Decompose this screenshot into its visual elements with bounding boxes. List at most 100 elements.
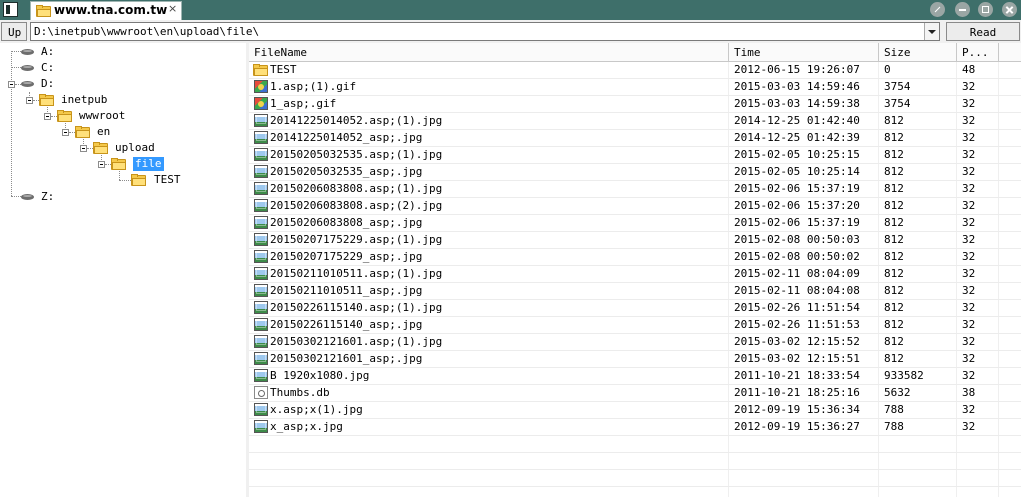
drive-icon	[21, 194, 34, 200]
image-file-icon	[254, 250, 268, 263]
path-input[interactable]: D:\inetpub\wwwroot\en\upload\file\	[30, 22, 940, 41]
image-file-icon	[254, 267, 268, 280]
app-icon[interactable]	[3, 2, 18, 17]
collapse-icon[interactable]	[80, 145, 87, 152]
collapse-icon[interactable]	[98, 161, 105, 168]
back-icon[interactable]	[930, 2, 945, 17]
cell-time: 2015-02-11 08:04:09	[734, 267, 860, 280]
title-bar: www.tna.com.tw ×	[0, 0, 1021, 20]
cell-size: 788	[884, 420, 904, 433]
image-file-icon	[254, 284, 268, 297]
table-row[interactable]: TEST 2012-06-15 19:26:07 0 48	[249, 62, 1021, 79]
collapse-icon[interactable]	[44, 113, 51, 120]
table-row[interactable]: 20150302121601.asp;(1).jpg 2015-03-02 12:…	[249, 334, 1021, 351]
table-row[interactable]: 20150206083808.asp;(1).jpg 2015-02-06 15:…	[249, 181, 1021, 198]
table-row[interactable]: 20150205032535.asp;(1).jpg 2015-02-05 10:…	[249, 147, 1021, 164]
column-header-time[interactable]: Time	[729, 43, 879, 62]
cell-p: 32	[962, 165, 976, 178]
read-button[interactable]: Read	[946, 22, 1020, 41]
file-list[interactable]: FileName Time Size P... TEST 2012-06-15 1…	[249, 43, 1021, 497]
cell-p: 32	[962, 80, 976, 93]
folder-icon	[131, 174, 147, 186]
cell-p: 32	[962, 250, 976, 263]
table-row[interactable]: 20150206083808.asp;(2).jpg 2015-02-06 15:…	[249, 198, 1021, 215]
cell-p: 32	[962, 267, 976, 280]
up-button[interactable]: Up	[1, 22, 27, 41]
table-row[interactable]: 1_asp;.gif 2015-03-03 14:59:38 3754 32	[249, 96, 1021, 113]
drive-icon	[21, 49, 34, 55]
close-icon[interactable]	[1002, 2, 1017, 17]
image-file-icon	[254, 318, 268, 331]
cell-time: 2015-02-08 00:50:03	[734, 233, 860, 246]
image-file-icon	[254, 352, 268, 365]
cell-p: 32	[962, 301, 976, 314]
column-header-p[interactable]: P...	[957, 43, 999, 62]
cell-time: 2012-09-19 15:36:34	[734, 403, 860, 416]
column-header-filename[interactable]: FileName	[249, 43, 729, 62]
folder-tree[interactable]: A: C: D: inetpub wwwroot en upload file …	[0, 43, 246, 497]
cell-name: 20150207175229_asp;.jpg	[270, 250, 423, 263]
cell-size: 812	[884, 199, 904, 212]
cell-size: 788	[884, 403, 904, 416]
image-file-icon	[254, 199, 268, 212]
table-row[interactable]: Thumbs.db 2011-10-21 18:25:16 5632 38	[249, 385, 1021, 402]
table-row[interactable]: 20141225014052_asp;.jpg 2014-12-25 01:42:…	[249, 130, 1021, 147]
cell-p: 32	[962, 233, 976, 246]
table-row[interactable]: 20150206083808_asp;.jpg 2015-02-06 15:37:…	[249, 215, 1021, 232]
cell-time: 2015-02-11 08:04:08	[734, 284, 860, 297]
cell-p: 32	[962, 369, 976, 382]
cell-time: 2015-03-02 12:15:51	[734, 352, 860, 365]
table-row[interactable]: 20150207175229_asp;.jpg 2015-02-08 00:50:…	[249, 249, 1021, 266]
collapse-icon[interactable]	[62, 129, 69, 136]
collapse-icon[interactable]	[8, 81, 15, 88]
cell-name: 20150206083808_asp;.jpg	[270, 216, 423, 229]
folder-open-icon	[111, 158, 127, 170]
tab-close-icon[interactable]: ×	[168, 2, 177, 15]
table-row[interactable]: 20150205032535_asp;.jpg 2015-02-05 10:25:…	[249, 164, 1021, 181]
cell-size: 812	[884, 148, 904, 161]
table-row[interactable]: 1.asp;(1).gif 2015-03-03 14:59:46 3754 32	[249, 79, 1021, 96]
cell-time: 2015-02-05 10:25:15	[734, 148, 860, 161]
cell-time: 2015-03-02 12:15:52	[734, 335, 860, 348]
table-row[interactable]: 20150226115140.asp;(1).jpg 2015-02-26 11:…	[249, 300, 1021, 317]
cell-size: 812	[884, 131, 904, 144]
table-row[interactable]: 20150211010511.asp;(1).jpg 2015-02-11 08:…	[249, 266, 1021, 283]
drive-icon	[21, 81, 34, 87]
cell-name: B 1920x1080.jpg	[270, 369, 370, 382]
cell-p: 32	[962, 199, 976, 212]
column-header-size[interactable]: Size	[879, 43, 957, 62]
cell-p: 32	[962, 403, 976, 416]
minimize-icon[interactable]	[955, 2, 970, 17]
table-row[interactable]: 20150226115140_asp;.jpg 2015-02-26 11:51:…	[249, 317, 1021, 334]
table-row[interactable]: x_asp;x.jpg 2012-09-19 15:36:27 788 32	[249, 419, 1021, 436]
maximize-icon[interactable]	[978, 2, 993, 17]
gif-image-icon	[254, 97, 268, 110]
path-dropdown-chevron-down-icon[interactable]	[924, 23, 939, 40]
cell-time: 2012-06-15 19:26:07	[734, 63, 860, 76]
table-row[interactable]: x.asp;x(1).jpg 2012-09-19 15:36:34 788 32	[249, 402, 1021, 419]
table-row[interactable]: B 1920x1080.jpg 2011-10-21 18:33:54 933582…	[249, 368, 1021, 385]
cell-time: 2015-02-26 11:51:54	[734, 301, 860, 314]
table-row[interactable]: 20150211010511_asp;.jpg 2015-02-11 08:04:…	[249, 283, 1021, 300]
tab-www-tna[interactable]: www.tna.com.tw ×	[30, 1, 182, 20]
cell-name: x.asp;x(1).jpg	[270, 403, 363, 416]
collapse-icon[interactable]	[26, 97, 33, 104]
cell-p: 32	[962, 131, 976, 144]
empty-row	[249, 470, 1021, 487]
cell-name: Thumbs.db	[270, 386, 330, 399]
cell-time: 2015-02-06 15:37:19	[734, 216, 860, 229]
cell-p: 32	[962, 216, 976, 229]
image-file-icon	[254, 182, 268, 195]
cell-p: 32	[962, 318, 976, 331]
image-file-icon	[254, 403, 268, 416]
table-row[interactable]: 20150302121601_asp;.jpg 2015-03-02 12:15:…	[249, 351, 1021, 368]
cell-p: 32	[962, 97, 976, 110]
cell-size: 812	[884, 233, 904, 246]
cell-size: 0	[884, 63, 891, 76]
table-row[interactable]: 20150207175229.asp;(1).jpg 2015-02-08 00:…	[249, 232, 1021, 249]
cell-name: TEST	[270, 63, 297, 76]
cell-p: 32	[962, 420, 976, 433]
cell-size: 812	[884, 335, 904, 348]
cell-size: 812	[884, 182, 904, 195]
table-row[interactable]: 20141225014052.asp;(1).jpg 2014-12-25 01:…	[249, 113, 1021, 130]
